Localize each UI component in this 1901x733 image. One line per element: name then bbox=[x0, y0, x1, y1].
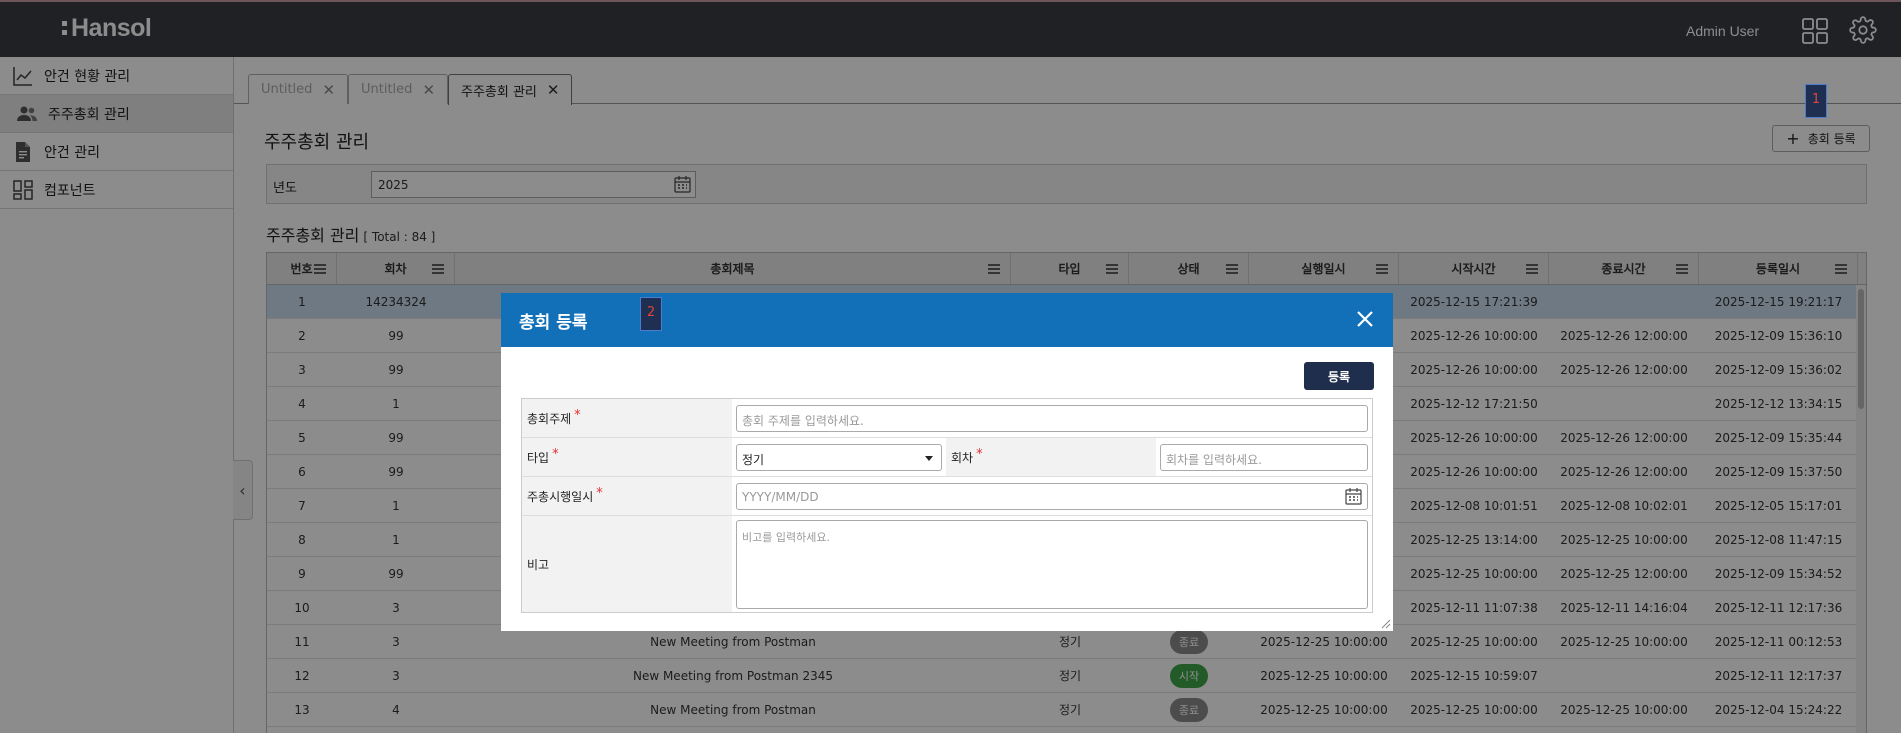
close-icon[interactable] bbox=[1355, 309, 1375, 329]
round-cell: 회차를 입력하세요. bbox=[1156, 438, 1372, 476]
register-meeting-dialog: 총회 등록 등록 총회주제 * 총회 주제를 입력하세요. 타입 * 정기 회차 * … bbox=[501, 293, 1393, 631]
form-row-subject: 총회주제 * 총회 주제를 입력하세요. bbox=[522, 399, 1372, 438]
date-placeholder: YYYY/MM/DD bbox=[742, 489, 819, 504]
required-mark: * bbox=[976, 446, 983, 462]
subject-input[interactable]: 총회 주제를 입력하세요. bbox=[736, 404, 1368, 432]
round-input[interactable]: 회차를 입력하세요. bbox=[1160, 443, 1368, 471]
type-cell: 정기 bbox=[732, 438, 946, 476]
form-row-note: 비고 비고를 입력하세요. bbox=[522, 516, 1372, 612]
calendar-icon[interactable] bbox=[1343, 486, 1364, 507]
round-label: 회차 * bbox=[946, 438, 1156, 476]
resize-grip-icon[interactable] bbox=[1381, 619, 1391, 629]
date-cell: YYYY/MM/DD bbox=[732, 477, 1372, 515]
subject-cell: 총회 주제를 입력하세요. bbox=[732, 399, 1372, 437]
type-select[interactable]: 정기 bbox=[736, 443, 942, 471]
subject-label-text: 총회주제 bbox=[527, 411, 572, 426]
type-selected-value: 정기 bbox=[742, 452, 765, 467]
required-mark: * bbox=[552, 446, 559, 462]
note-cell: 비고를 입력하세요. bbox=[732, 516, 1372, 612]
date-label-text: 주총시행일시 bbox=[527, 489, 594, 504]
dialog-title: 총회 등록 bbox=[519, 312, 588, 333]
annotation-marker-1: 1 bbox=[1805, 84, 1827, 118]
dialog-header: 총회 등록 bbox=[501, 293, 1393, 347]
chevron-down-icon bbox=[925, 455, 933, 461]
note-label: 비고 bbox=[522, 516, 732, 612]
subject-label: 총회주제 * bbox=[522, 399, 732, 437]
required-mark: * bbox=[596, 485, 603, 501]
date-label: 주총시행일시 * bbox=[522, 477, 732, 515]
meeting-form: 총회주제 * 총회 주제를 입력하세요. 타입 * 정기 회차 * 회차를 입력하세요… bbox=[521, 398, 1373, 613]
note-textarea[interactable]: 비고를 입력하세요. bbox=[736, 519, 1368, 609]
form-row-type: 타입 * 정기 회차 * 회차를 입력하세요. bbox=[522, 438, 1372, 477]
date-input[interactable]: YYYY/MM/DD bbox=[736, 482, 1368, 510]
required-mark: * bbox=[574, 407, 581, 423]
annotation-marker-2: 2 bbox=[640, 297, 662, 331]
submit-button[interactable]: 등록 bbox=[1304, 362, 1374, 390]
type-label-text: 타입 bbox=[527, 450, 550, 465]
type-label: 타입 * bbox=[522, 438, 732, 476]
round-label-text: 회차 bbox=[951, 450, 974, 465]
form-row-date: 주총시행일시 * YYYY/MM/DD bbox=[522, 477, 1372, 516]
